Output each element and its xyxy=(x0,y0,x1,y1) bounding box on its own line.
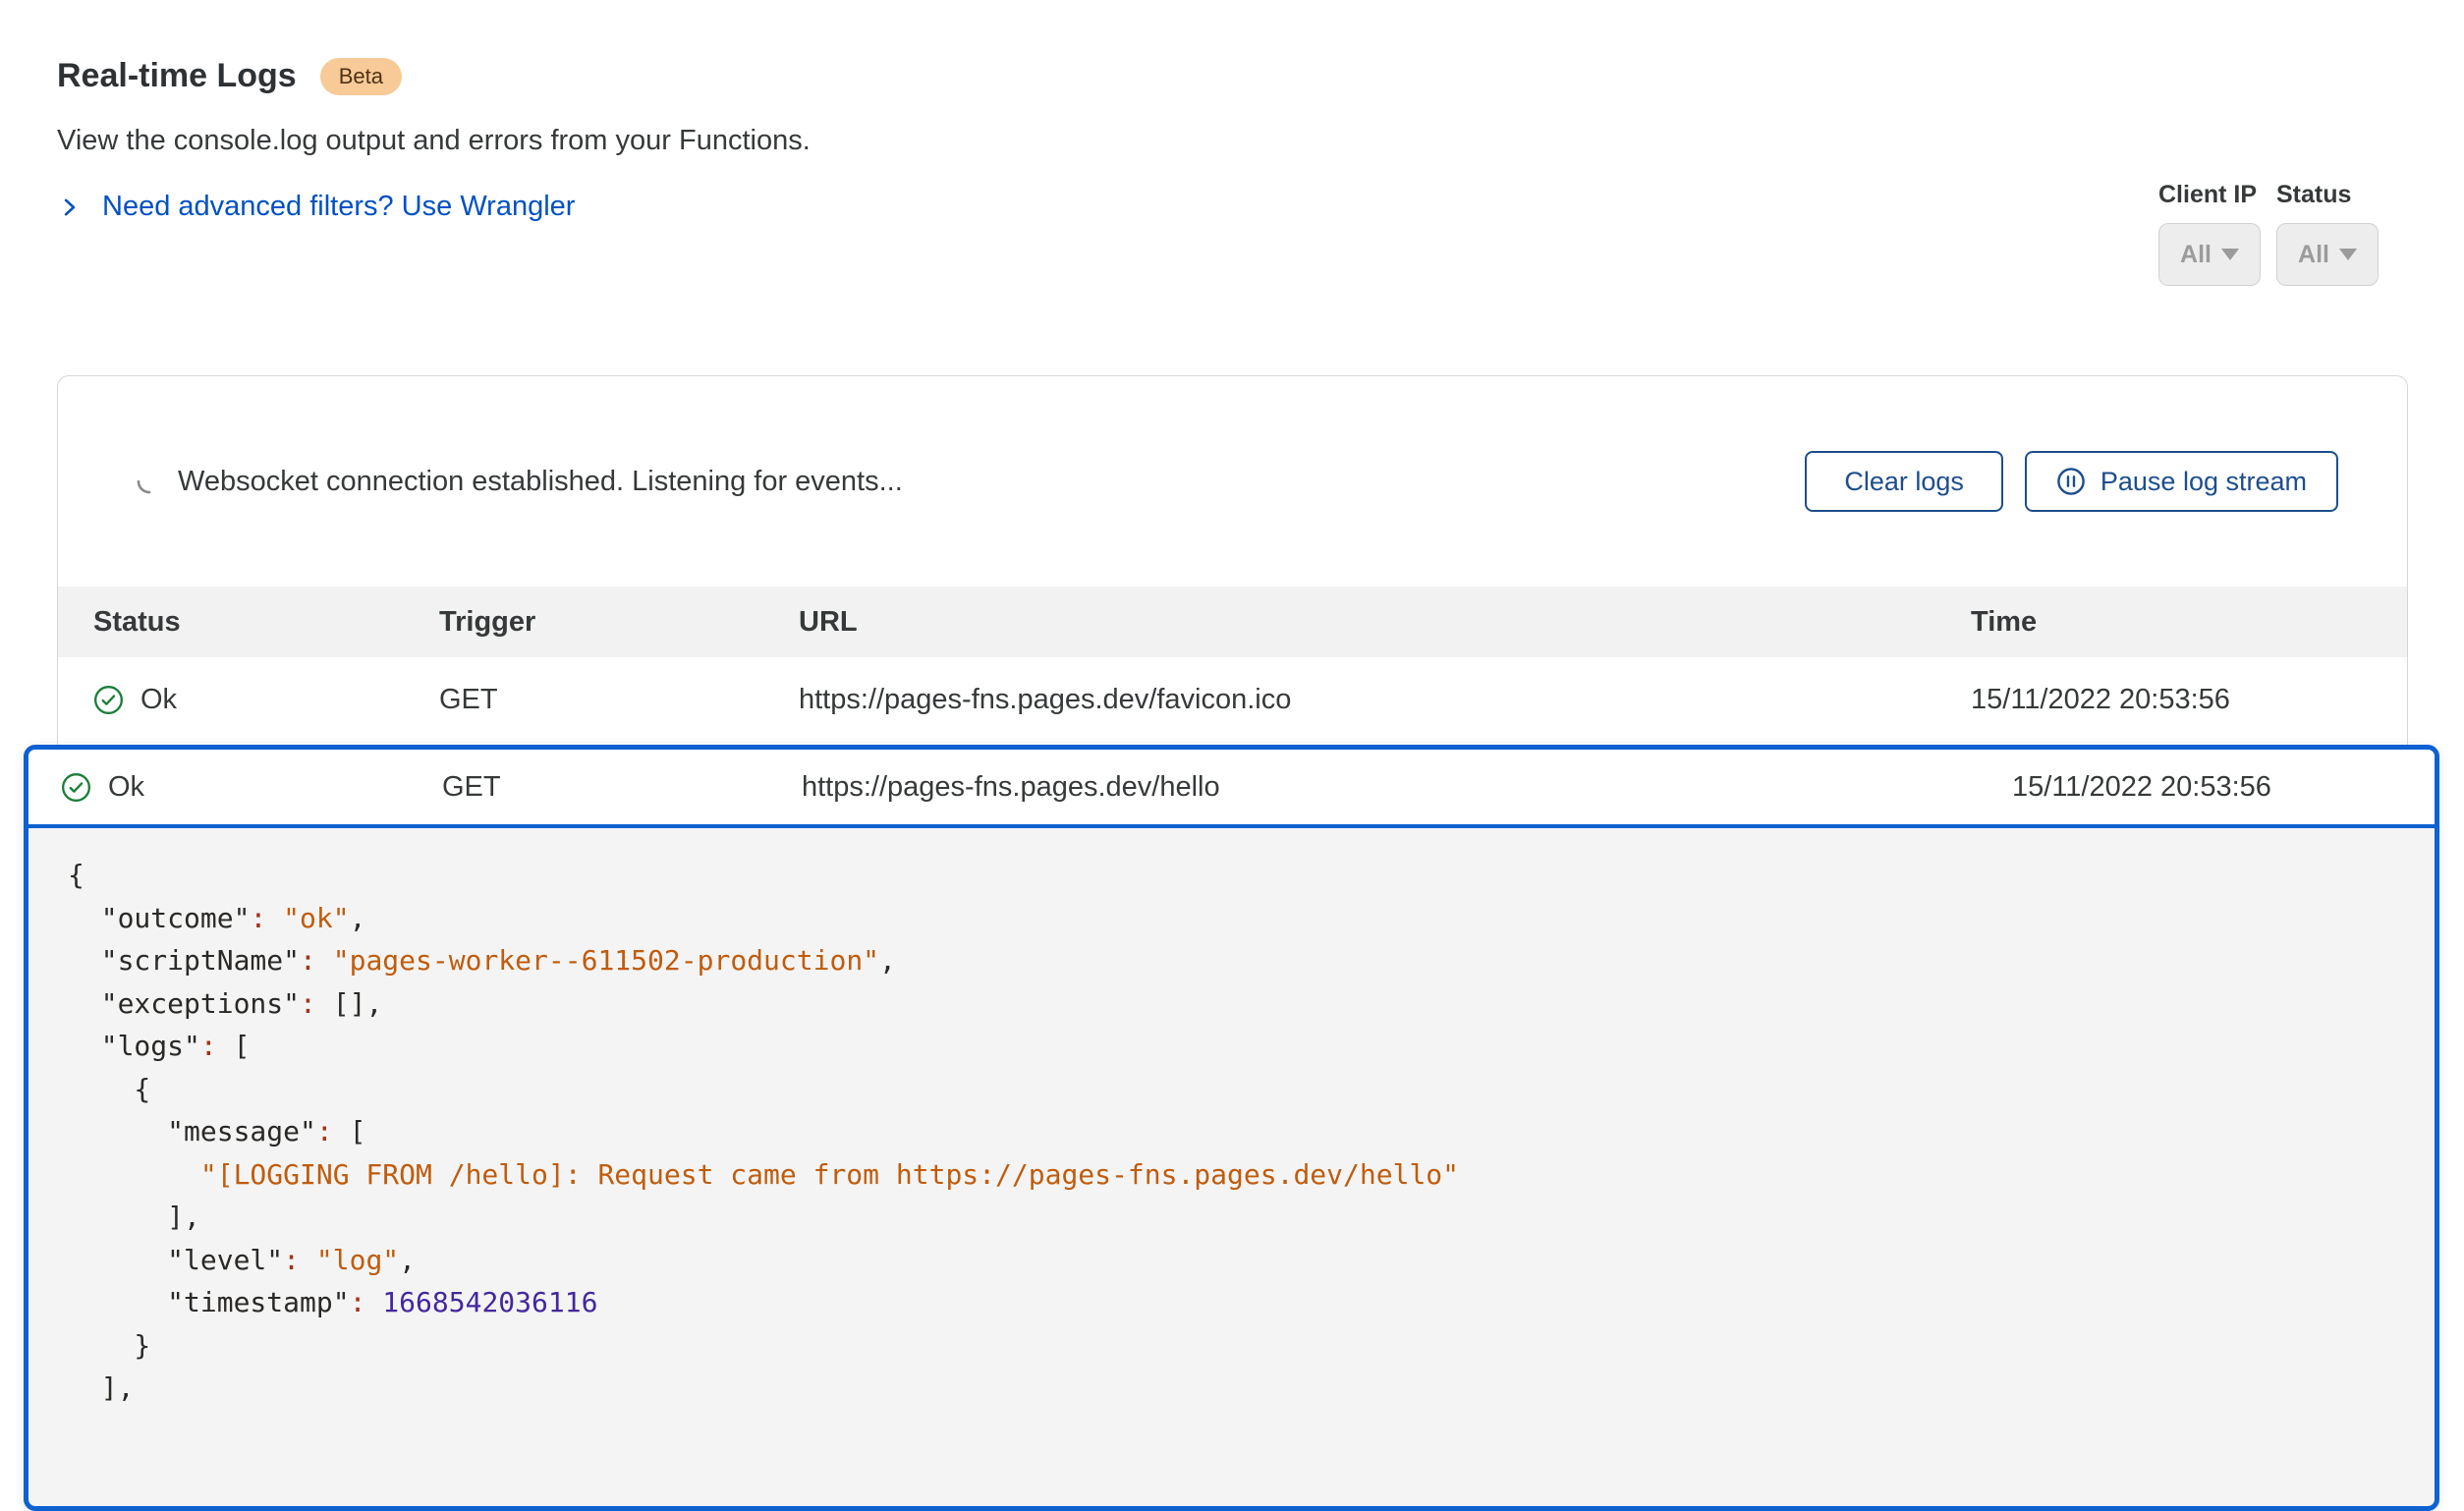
client-ip-filter-label: Client IP xyxy=(2158,181,2261,209)
client-ip-filter-dropdown[interactable]: All xyxy=(2158,223,2261,286)
column-header-status: Status xyxy=(93,606,439,639)
check-circle-icon xyxy=(61,772,91,803)
status-filter: Status All xyxy=(2276,181,2379,286)
row-time: 15/11/2022 20:53:56 xyxy=(2012,771,2435,804)
column-header-time: Time xyxy=(1971,606,2407,639)
status-filter-value: All xyxy=(2298,241,2329,269)
log-table-header: Status Trigger URL Time xyxy=(58,587,2407,657)
wrangler-link-label: Need advanced filters? Use Wrangler xyxy=(102,191,575,223)
log-table-row-selected[interactable]: Ok GET https://pages-fns.pages.dev/hello… xyxy=(28,750,2435,828)
row-status: Ok xyxy=(108,771,144,804)
expanded-log-entry: Ok GET https://pages-fns.pages.dev/hello… xyxy=(24,745,2439,1511)
status-filter-label: Status xyxy=(2276,181,2379,209)
row-trigger: GET xyxy=(442,771,802,804)
client-ip-filter: Client IP All xyxy=(2158,181,2261,286)
clear-logs-label: Clear logs xyxy=(1844,467,1964,497)
log-table-row[interactable]: Ok GET https://pages-fns.pages.dev/favic… xyxy=(58,657,2407,742)
pause-icon xyxy=(2056,467,2086,496)
row-trigger: GET xyxy=(439,684,799,716)
caret-down-icon xyxy=(2221,249,2239,260)
beta-badge: Beta xyxy=(320,58,402,95)
client-ip-filter-value: All xyxy=(2180,241,2212,269)
column-header-trigger: Trigger xyxy=(439,606,799,639)
log-filters: Client IP All Status All xyxy=(2158,181,2379,286)
page-header: Real-time Logs Beta View the console.log… xyxy=(57,57,811,223)
row-time: 15/11/2022 20:53:56 xyxy=(1971,684,2407,716)
page-subtitle: View the console.log output and errors f… xyxy=(57,125,811,157)
spinner-icon xyxy=(137,469,162,494)
logs-panel: Websocket connection established. Listen… xyxy=(57,375,2408,746)
page-title: Real-time Logs xyxy=(57,57,297,95)
status-filter-dropdown[interactable]: All xyxy=(2276,223,2379,286)
caret-down-icon xyxy=(2339,249,2357,260)
pause-log-stream-label: Pause log stream xyxy=(2100,467,2307,497)
chevron-right-icon xyxy=(57,195,83,220)
clear-logs-button[interactable]: Clear logs xyxy=(1805,451,2003,512)
log-detail-json: { "outcome": "ok", "scriptName": "pages-… xyxy=(28,828,2435,1429)
stream-status-bar: Websocket connection established. Listen… xyxy=(58,376,2407,587)
row-url: https://pages-fns.pages.dev/favicon.ico xyxy=(799,684,1971,716)
pause-log-stream-button[interactable]: Pause log stream xyxy=(2025,451,2338,512)
row-status: Ok xyxy=(140,684,177,716)
row-url: https://pages-fns.pages.dev/hello xyxy=(802,771,2012,804)
check-circle-icon xyxy=(93,685,124,715)
column-header-url: URL xyxy=(799,606,1971,639)
websocket-status-message: Websocket connection established. Listen… xyxy=(178,466,1805,498)
wrangler-advanced-filters-link[interactable]: Need advanced filters? Use Wrangler xyxy=(57,191,575,223)
